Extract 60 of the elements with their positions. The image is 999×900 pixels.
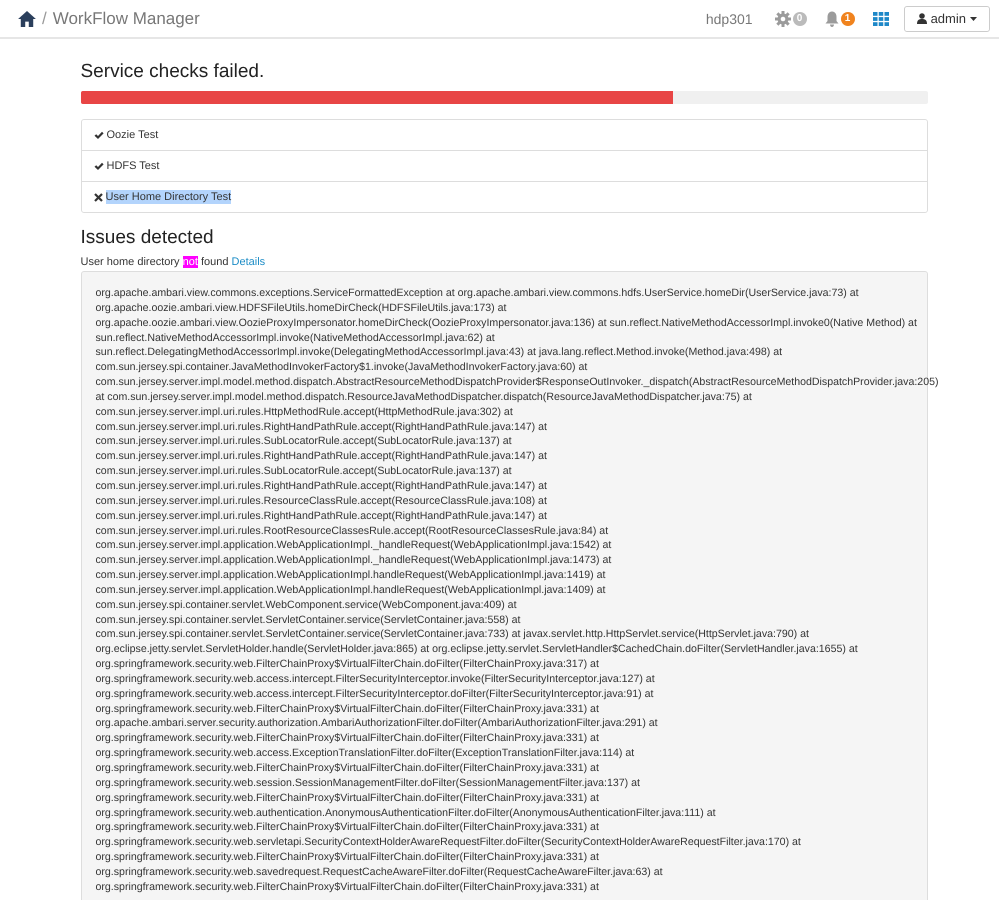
stack-trace-line: org.apache.oozie.ambari.view.HDFSFileUtils.homeDirCheck(HDFSFileUtils.java:173) at	[96, 300, 506, 316]
checks-heading: Service checks failed.	[80, 61, 266, 83]
stack-trace-line: org.springframework.security.web.access.intercept.FilterSecurityInterceptor.invoke(FilterSecurityInterceptor.java:127) at	[96, 672, 655, 687]
stack-trace-line: com.sun.jersey.server.impl.application.WebApplicationImpl.handleRequest(WebApplicationImpl.java:1419) at	[96, 568, 606, 583]
stack-trace-line: org.springframework.security.web.access.intercept.FilterSecurityInterceptor.doFilter(FilterSecurityInterceptor.java:91) at	[96, 686, 654, 702]
stack-trace-line: org.springframework.security.web.FilterChainProxy$VirtualFilterChain.doFilter(FilterChainProxy.java:331) at	[96, 761, 599, 776]
stack-trace-line: org.springframework.security.web.FilterChainProxy$VirtualFilterChain.doFilter(FilterChainProxy.java:331) at	[96, 880, 599, 895]
operations-count-badge: 0	[792, 12, 807, 26]
stack-trace-line: org.eclipse.jetty.servlet.ServletHolder.handle(ServletHolder.java:865) at org.eclipse.jetty.servlet.ServletHandler$CachedChain.doFilter(ServletHandler.java:1655) at	[96, 642, 858, 658]
stack-trace-line: at com.sun.jersey.server.impl.model.method.dispatch.ResourceJavaMethodDispatcher.dispatch(ResourceJavaMethodDispatcher.java:75) at	[96, 390, 752, 405]
stack-trace-line: sun.reflect.DelegatingMethodAccessorImpl.invoke(DelegatingMethodAccessorImpl.java:43) at java.lang.reflect.Method.invoke(Method.java:498) at	[96, 345, 782, 360]
stack-trace-line: org.springframework.security.web.servletapi.SecurityContextHolderAwareRequestFilter.doFilter(SecurityContextHolderAwareRequestFilter.java:170) at	[96, 835, 801, 850]
stack-trace-line: org.apache.ambari.view.commons.exceptions.ServiceFormattedException at org.apache.ambari.view.commons.hdfs.UserService.homeDir(UserService.java:73) at	[96, 286, 859, 301]
stack-trace-line: org.springframework.security.web.authentication.AnonymousAuthenticationFilter.doFilter(AnonymousAuthenticationFilter.java:111) at	[96, 806, 716, 820]
stack-trace-line: com.sun.jersey.server.impl.model.method.dispatch.AbstractResourceMethodDispatchProvider$ResponseOutInvoker._dispatch(AbstractResourceMethodDispatchProvider.java:205)	[96, 375, 939, 390]
issues-heading: Issues detected	[80, 227, 215, 249]
stack-trace-line: com.sun.jersey.server.impl.application.WebApplicationImpl._handleRequest(WebApplicationImpl.java:1473) at	[96, 553, 612, 568]
user-menu-button[interactable]: admin	[904, 6, 990, 32]
issue-message: User home directory not found Details	[80, 256, 266, 268]
stack-trace-line: org.apache.ambari.server.security.authorization.AmbariAuthorizationFilter.doFilter(AmbariAuthorizationFilter.java:291) at	[96, 716, 658, 732]
stack-trace-line: com.sun.jersey.server.impl.uri.rules.HttpMethodRule.accept(HttpMethodRule.java:302) at	[96, 404, 513, 420]
stack-trace-line: org.springframework.security.web.FilterChainProxy$VirtualFilterChain.doFilter(FilterChainProxy.java:331) at	[96, 850, 599, 865]
stack-trace-line: com.sun.jersey.server.impl.uri.rules.RightHandPathRule.accept(RightHandPathRule.java:147) at	[96, 508, 547, 524]
stack-trace-line: com.sun.jersey.server.impl.uri.rules.SubLocatorRule.accept(SubLocatorRule.java:137) at	[96, 464, 512, 479]
stack-trace-line: com.sun.jersey.server.impl.application.WebApplicationImpl.handleRequest(WebApplicationImpl.java:1409) at	[96, 582, 606, 598]
stack-trace-line: com.sun.jersey.spi.container.servlet.ServletContainer.service(ServletContainer.java:558) at	[96, 612, 520, 628]
stack-trace-line: sun.reflect.NativeMethodAccessorImpl.invoke(NativeMethodAccessorImpl.java:62) at	[96, 330, 495, 346]
stack-trace-line: org.springframework.security.web.FilterChainProxy$VirtualFilterChain.doFilter(FilterChainProxy.java:331) at	[96, 790, 599, 806]
check-label: Oozie Test	[106, 128, 158, 142]
stack-trace-line: org.springframework.security.web.access.ExceptionTranslationFilter.doFilter(ExceptionTranslationFilter.java:114) at	[96, 746, 634, 761]
stack-trace-line: com.sun.jersey.server.impl.uri.rules.RightHandPathRule.accept(RightHandPathRule.java:147) at	[96, 449, 547, 464]
stack-trace-line: com.sun.jersey.spi.container.JavaMethodInvokerFactory$1.invoke(JavaMethodInvokerFactory.java:60) at	[96, 360, 588, 376]
grid-icon[interactable]	[872, 12, 889, 26]
stack-trace-line: com.sun.jersey.server.impl.uri.rules.RightHandPathRule.accept(RightHandPathRule.java:147) at	[96, 478, 547, 494]
bell-icon[interactable]	[824, 10, 839, 26]
alerts-count-badge: 1	[840, 12, 855, 26]
check-label: User Home Directory Test	[106, 190, 232, 204]
stack-trace-line: com.sun.jersey.server.impl.application.WebApplicationImpl._handleRequest(WebApplicationImpl.java:1542) at	[96, 538, 612, 554]
stack-trace-line: com.sun.jersey.spi.container.servlet.ServletContainer.service(ServletContainer.java:733) at javax.servlet.http.HttpServlet.service(HttpServlet.java:790) at	[96, 627, 809, 642]
stack-trace-line: org.springframework.security.web.FilterChainProxy$VirtualFilterChain.doFilter(FilterChainProxy.java:317) at	[96, 657, 599, 672]
stack-trace-line: org.springframework.security.web.FilterChainProxy$VirtualFilterChain.doFilter(FilterChainProxy.java:331) at	[96, 820, 599, 836]
details-link[interactable]: Details	[232, 256, 266, 268]
home-icon[interactable]	[18, 10, 36, 26]
app-title[interactable]: WorkFlow Manager	[52, 8, 200, 28]
stack-trace-line: org.springframework.security.web.session.SessionManagementFilter.doFilter(SessionManagementFilter.java:137) at	[96, 776, 640, 791]
stack-trace-line: com.sun.jersey.server.impl.uri.rules.ResourceClassRule.accept(ResourceClassRule.java:108) at	[96, 494, 547, 509]
caret-icon	[970, 16, 977, 20]
cluster-name: hdp301	[706, 10, 753, 26]
stack-trace-line: com.sun.jersey.server.impl.uri.rules.RootResourceClassesRule.accept(RootResourceClassesRule.java:84) at	[96, 524, 608, 538]
stack-trace-line: org.springframework.security.web.FilterChainProxy$VirtualFilterChain.doFilter(FilterChainProxy.java:331) at	[96, 731, 599, 746]
stack-trace-line: com.sun.jersey.server.impl.uri.rules.RightHandPathRule.accept(RightHandPathRule.java:147) at	[96, 420, 547, 434]
stack-trace-line: org.apache.oozie.ambari.view.OozieProxyImpersonator.homeDirCheck(OozieProxyImpersonator.java:136) at sun.reflect.NativeMethodAccessorImpl.invoke0(Native Method) at	[96, 316, 917, 331]
stack-trace-line: org.springframework.security.web.savedrequest.RequestCacheAwareFilter.doFilter(RequestCacheAwareFilter.java:63) at	[96, 864, 663, 880]
stack-trace-line: org.springframework.security.web.FilterChainProxy$VirtualFilterChain.doFilter(FilterChainProxy.java:331) at	[96, 702, 599, 716]
stack-trace-line: com.sun.jersey.server.impl.uri.rules.SubLocatorRule.accept(SubLocatorRule.java:137) at	[96, 434, 512, 450]
stack-trace-line: com.sun.jersey.spi.container.servlet.WebComponent.service(WebComponent.java:409) at	[96, 598, 517, 613]
breadcrumb-separator: /	[42, 8, 47, 28]
check-label: HDFS Test	[106, 159, 160, 173]
gear-icon[interactable]	[774, 10, 791, 26]
user-icon	[916, 13, 927, 24]
